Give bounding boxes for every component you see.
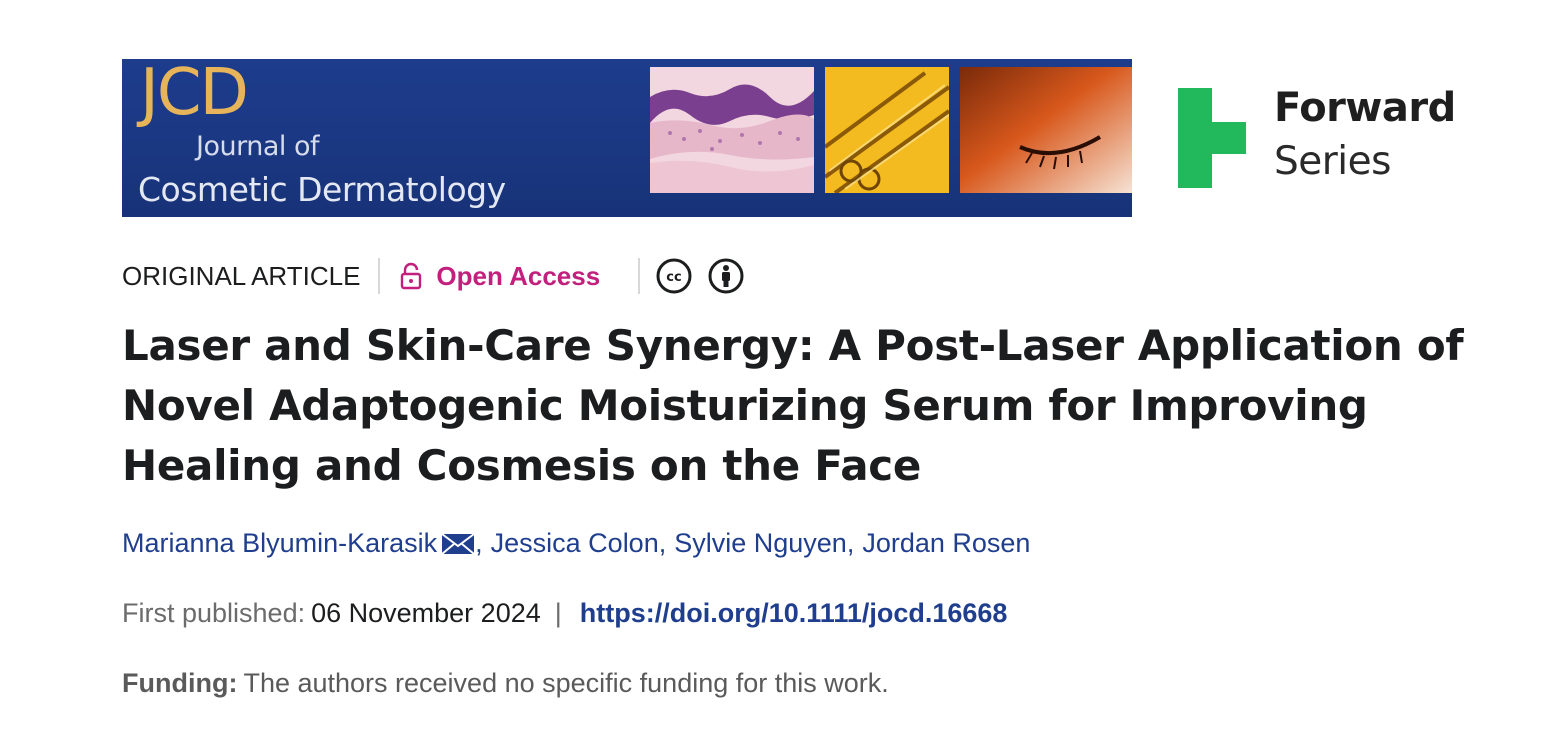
doi-link[interactable]: https://doi.org/10.1111/jocd.16668 xyxy=(580,598,1008,629)
forward-series-title: Forward xyxy=(1274,85,1456,131)
author-link[interactable]: Sylvie Nguyen xyxy=(674,528,847,559)
journal-banner[interactable]: JCD Journal of Cosmetic Dermatology xyxy=(122,59,1132,217)
article-type: ORIGINAL ARTICLE xyxy=(122,260,361,291)
journal-name: Cosmetic Dermatology xyxy=(138,170,506,209)
creative-commons-icon[interactable]: cc xyxy=(656,258,692,294)
published-separator: | xyxy=(554,598,562,628)
funding-text: The authors received no specific funding… xyxy=(243,668,889,698)
histology-image xyxy=(650,67,814,193)
article-meta-row: ORIGINAL ARTICLE Open Access cc xyxy=(122,256,760,296)
journal-name-prefix: Journal of xyxy=(196,131,320,162)
author-separator: , xyxy=(475,528,483,558)
author-link[interactable]: Marianna Blyumin-Karasik xyxy=(122,528,437,559)
open-lock-icon xyxy=(401,262,422,290)
publication-info: First published: 06 November 2024 | http… xyxy=(122,598,1007,629)
article-title: Laser and Skin-Care Synergy: A Post-Lase… xyxy=(122,321,1464,490)
author-link[interactable]: Jordan Rosen xyxy=(862,528,1030,559)
author-separator: , xyxy=(658,528,667,558)
divider xyxy=(638,258,641,294)
svg-text:cc: cc xyxy=(666,270,681,285)
published-label: First published: xyxy=(122,598,306,628)
attribution-icon[interactable] xyxy=(708,258,744,294)
author-list: Marianna Blyumin-Karasik , Jessica Colon… xyxy=(122,528,1030,559)
published-date: 06 November 2024 xyxy=(311,598,541,628)
closed-eye-image xyxy=(960,67,1132,193)
journal-abbreviation: JCD xyxy=(140,59,249,130)
author-separator: , xyxy=(846,528,855,558)
divider xyxy=(378,258,381,294)
funding-label: Funding: xyxy=(122,668,238,698)
open-access-badge[interactable]: Open Access xyxy=(400,261,600,292)
forward-series-logo-icon xyxy=(1178,88,1246,188)
funding-statement: Funding: The authors received no specific… xyxy=(122,668,889,699)
author-link[interactable]: Jessica Colon xyxy=(491,528,659,559)
forward-series-subtitle: Series xyxy=(1274,139,1391,184)
surgical-tools-image xyxy=(825,67,949,193)
email-icon[interactable] xyxy=(441,532,475,556)
open-access-label: Open Access xyxy=(436,260,601,291)
